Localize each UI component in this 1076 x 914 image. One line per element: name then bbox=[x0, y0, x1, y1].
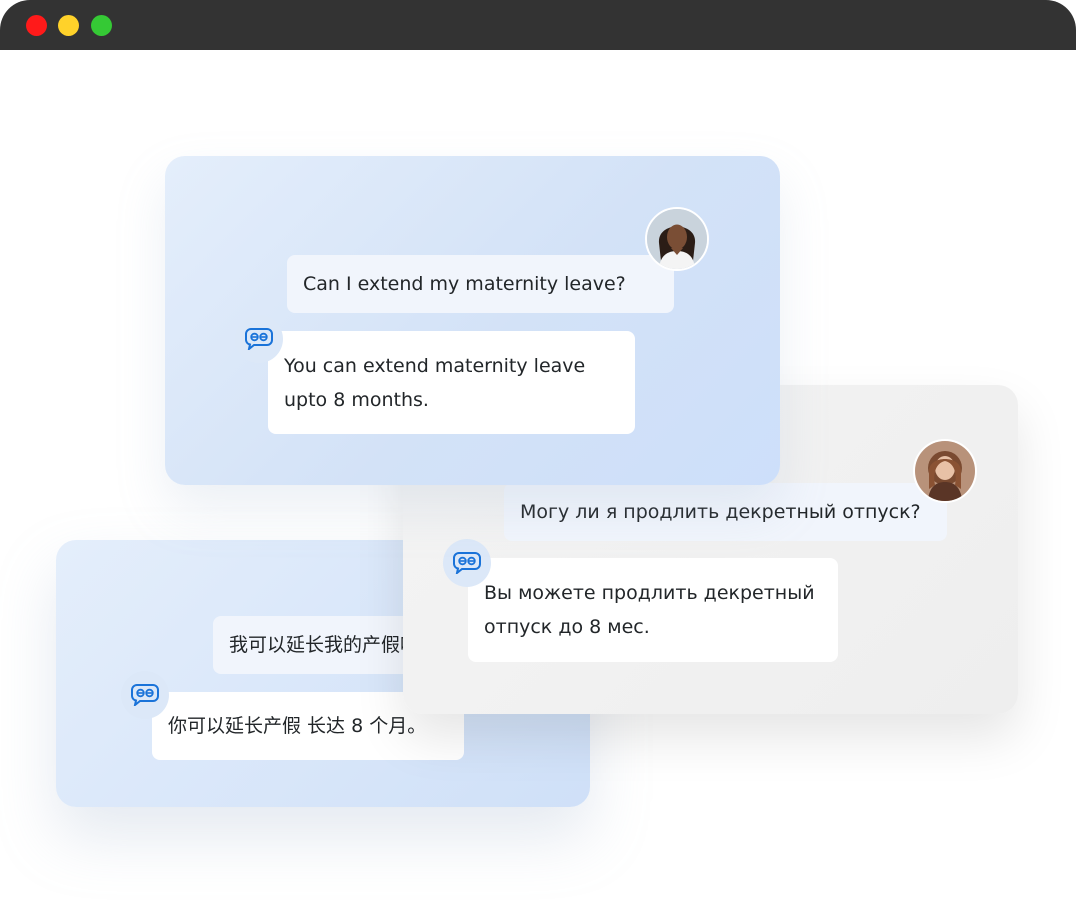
answer-text: 你可以延长产假 长达 8 个月。 bbox=[168, 715, 427, 737]
user-avatar bbox=[645, 207, 709, 271]
chat-bubble-icon bbox=[245, 328, 273, 350]
answer-text-line2: upto 8 months. bbox=[284, 389, 429, 411]
bot-answer-bubble: Вы можете продлить декретный отпуск до 8… bbox=[468, 558, 838, 662]
close-window-button[interactable] bbox=[26, 15, 47, 36]
minimize-window-button[interactable] bbox=[58, 15, 79, 36]
user-avatar-image bbox=[647, 209, 707, 269]
chat-card-english: Can I extend my maternity leave? You can… bbox=[165, 156, 780, 485]
maximize-window-button[interactable] bbox=[91, 15, 112, 36]
bot-answer-bubble: You can extend maternity leave upto 8 mo… bbox=[268, 331, 635, 434]
user-question-bubble: Могу ли я продлить декретный отпуск? bbox=[504, 483, 947, 541]
chat-bubble-icon bbox=[453, 552, 481, 574]
user-avatar-image bbox=[915, 441, 975, 501]
chat-bubble-bot-icon bbox=[121, 671, 169, 719]
user-question-bubble: Can I extend my maternity leave? bbox=[287, 255, 674, 313]
answer-text-line1: You can extend maternity leave bbox=[284, 355, 586, 377]
question-text: Can I extend my maternity leave? bbox=[303, 273, 626, 295]
answer-text-line1: Вы можете продлить декретный bbox=[484, 582, 815, 604]
question-text: 我可以延长我的产假吗? bbox=[229, 634, 430, 656]
chat-bubble-bot-icon bbox=[235, 315, 283, 363]
chat-bubble-icon bbox=[131, 684, 159, 706]
app-window: 我可以延长我的产假吗? 你可以延长产假 长达 8 个月。 Могу ли я п… bbox=[0, 0, 1076, 914]
title-bar bbox=[0, 0, 1076, 50]
user-avatar bbox=[913, 439, 977, 503]
question-text: Могу ли я продлить декретный отпуск? bbox=[520, 501, 921, 523]
chat-bubble-bot-icon bbox=[443, 539, 491, 587]
answer-text-line2: отпуск до 8 мес. bbox=[484, 616, 650, 638]
